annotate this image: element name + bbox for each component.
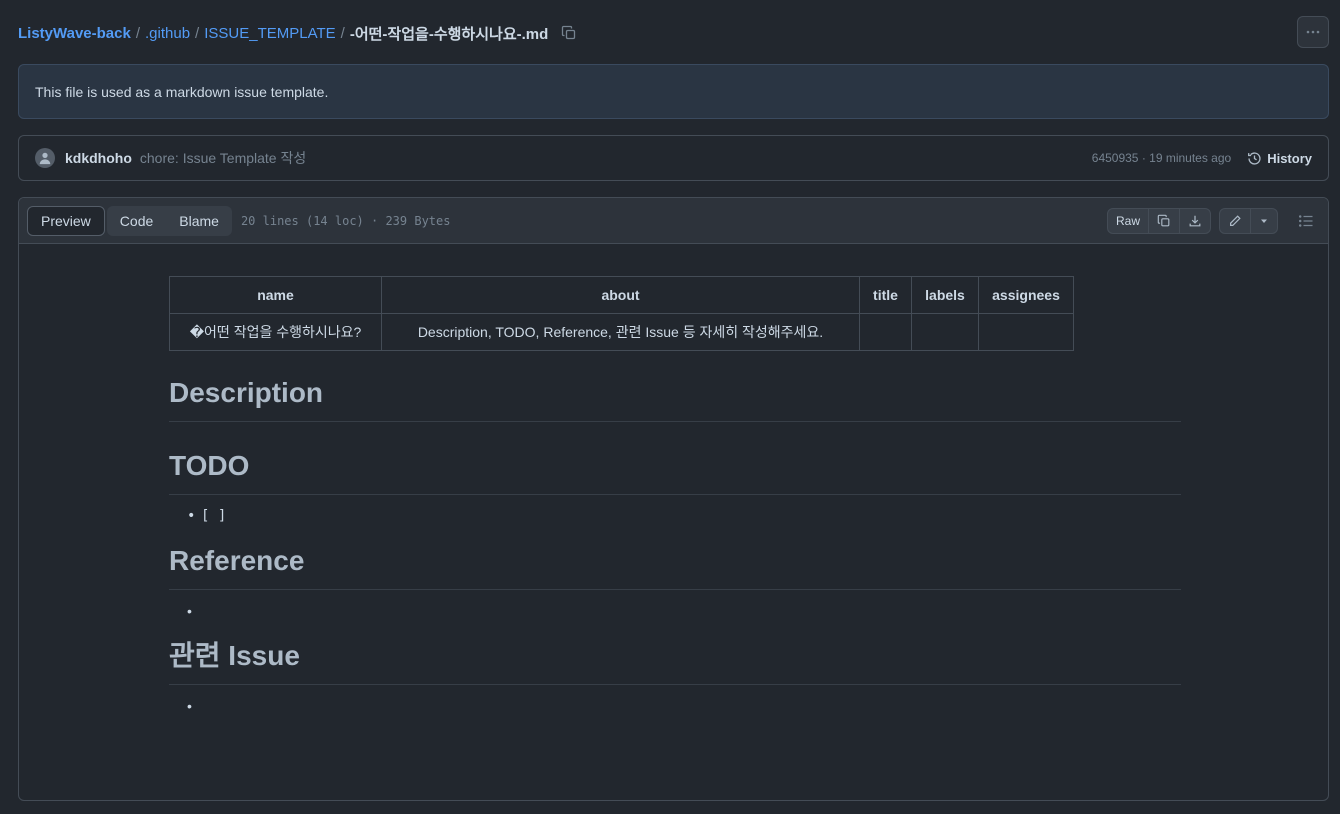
heading-related-issue: 관련 Issue: [169, 638, 1181, 685]
copy-path-button[interactable]: [560, 24, 578, 42]
reference-list: [169, 600, 1181, 622]
table-header-cell: name: [169, 276, 382, 314]
file-info: 20 lines (14 loc) · 239 Bytes: [240, 213, 451, 228]
tab-code[interactable]: Code: [106, 205, 167, 236]
template-notice-banner: This file is used as a markdown issue te…: [18, 64, 1329, 119]
heading-description: Description: [169, 375, 1181, 422]
history-label: History: [1267, 150, 1312, 166]
table-cell: Description, TODO, Reference, 관련 Issue 등…: [381, 313, 860, 351]
breadcrumb-repo-link[interactable]: ListyWave-back: [18, 25, 131, 42]
table-cell: [978, 313, 1074, 351]
table-header-cell: title: [859, 276, 912, 314]
breadcrumb-current-file: -어떤-작업을-수행하시나요-.md: [349, 25, 549, 43]
edit-actions-group: [1219, 207, 1278, 234]
download-button[interactable]: [1180, 209, 1210, 233]
heading-todo: TODO: [169, 448, 1181, 495]
history-icon: [1248, 151, 1261, 165]
breadcrumb-separator: /: [135, 24, 140, 42]
table-row: �어떤 작업을 수행하시나요? Description, TODO, Refer…: [169, 313, 1074, 351]
file-header: Preview Code Blame 20 lines (14 loc) · 2…: [19, 198, 1328, 244]
raw-button[interactable]: Raw: [1108, 208, 1149, 233]
list-item: [ ]: [187, 505, 1181, 527]
copy-icon: [1157, 214, 1170, 226]
table-cell: [911, 313, 979, 351]
list-unordered-icon: [1298, 214, 1313, 227]
tab-blame[interactable]: Blame: [166, 205, 232, 236]
table-cell: [859, 313, 912, 351]
todo-list: [ ]: [169, 505, 1181, 527]
raw-actions-group: Raw: [1106, 207, 1211, 234]
heading-reference: Reference: [169, 543, 1181, 590]
related-issue-list: [169, 695, 1181, 717]
edit-file-button[interactable]: [1220, 208, 1251, 233]
edit-options-dropdown[interactable]: [1251, 209, 1277, 233]
commit-sha-time[interactable]: 6450935 · 19 minutes ago: [1092, 151, 1231, 165]
commit-author-link[interactable]: kdkdhoho: [65, 150, 132, 166]
breadcrumb-github-link[interactable]: .github: [145, 25, 190, 42]
breadcrumb-separator: /: [340, 24, 345, 42]
table-header-cell: about: [381, 276, 860, 314]
history-button[interactable]: History: [1247, 151, 1312, 166]
table-header-row: name about title labels assignees: [169, 276, 1074, 314]
markdown-preview: name about title labels assignees �어떤 작업…: [169, 276, 1181, 727]
commit-message-link[interactable]: chore: Issue Template 작성: [140, 148, 306, 168]
tab-preview[interactable]: Preview: [27, 205, 105, 236]
pencil-icon: [1230, 214, 1241, 226]
download-icon: [1189, 215, 1201, 226]
file-view-page: ListyWave-back / .github / ISSUE_TEMPLAT…: [0, 0, 1340, 814]
user-avatar-icon: [39, 152, 51, 165]
table-header-cell: assignees: [978, 276, 1074, 314]
latest-commit-bar: kdkdhoho chore: Issue Template 작성 645093…: [18, 135, 1329, 181]
outline-button[interactable]: [1292, 208, 1320, 234]
copy-icon: [562, 25, 576, 40]
list-item: [187, 600, 1181, 622]
notice-text: This file is used as a markdown issue te…: [35, 83, 329, 100]
copy-raw-button[interactable]: [1149, 208, 1180, 233]
more-options-button[interactable]: [1297, 16, 1329, 48]
breadcrumb-issue-template-link[interactable]: ISSUE_TEMPLATE: [204, 25, 335, 42]
view-mode-tabs: Preview Code Blame: [27, 205, 232, 236]
avatar[interactable]: [35, 148, 55, 168]
breadcrumb: ListyWave-back / .github / ISSUE_TEMPLAT…: [18, 20, 578, 46]
table-header-cell: labels: [911, 276, 979, 314]
kebab-horizontal-icon: [1306, 30, 1320, 34]
frontmatter-table: name about title labels assignees �어떤 작업…: [169, 276, 1074, 351]
triangle-down-icon: [1261, 219, 1267, 223]
list-item: [187, 695, 1181, 717]
file-content-box: Preview Code Blame 20 lines (14 loc) · 2…: [18, 197, 1329, 801]
breadcrumb-separator: /: [195, 24, 200, 42]
table-cell: �어떤 작업을 수행하시나요?: [169, 313, 382, 351]
